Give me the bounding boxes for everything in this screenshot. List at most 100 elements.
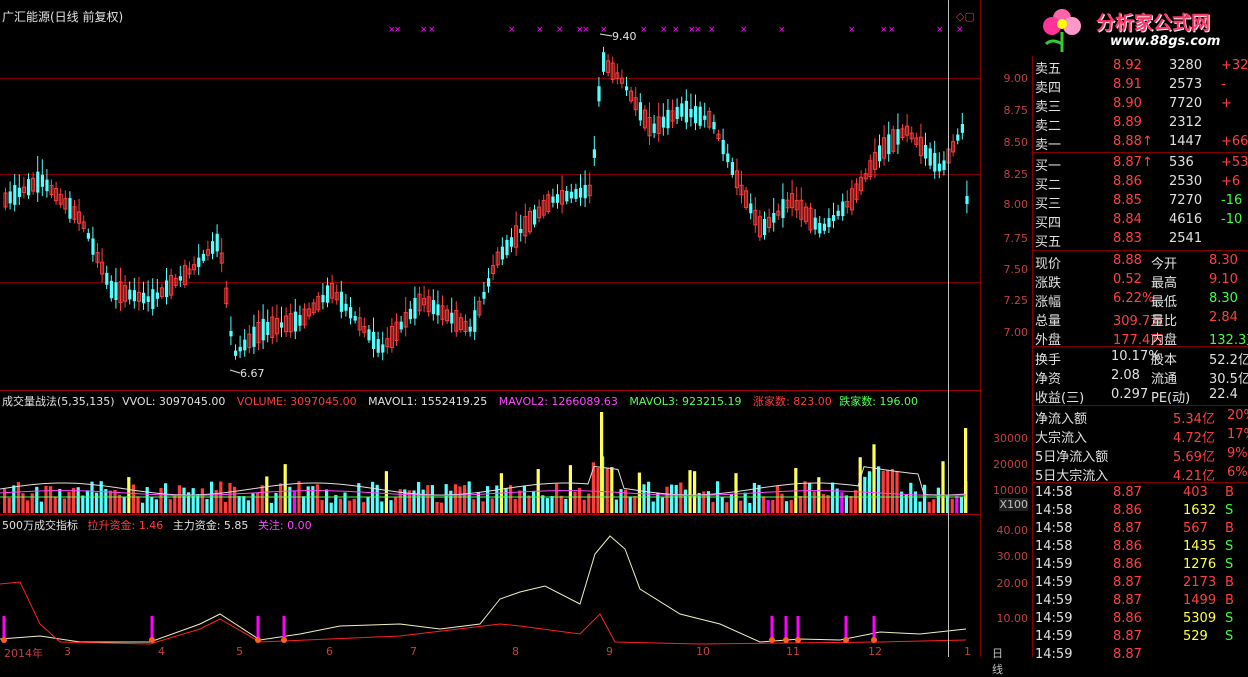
bid-change: +53 <box>1221 155 1248 170</box>
candle-body <box>896 129 900 145</box>
candle-body <box>781 199 785 219</box>
bid-label: 买一 <box>1035 159 1062 174</box>
flow-percent: 9% <box>1227 446 1248 461</box>
date-tick-label: 4 <box>158 645 165 658</box>
price-chart-panel[interactable]: × × × × × × × × × × × × × × × × × × × × × × × 广汇能源(日线 前复权) 9.4… <box>0 0 980 390</box>
candle-body <box>602 52 606 72</box>
volume-bar <box>532 491 536 513</box>
quote-value: 2.84 <box>1209 310 1238 325</box>
candle-body <box>142 292 146 304</box>
volume-bar <box>789 500 793 513</box>
focus-signal-dot-icon <box>255 637 261 643</box>
signal-marker-icon: × <box>694 25 702 35</box>
volume-bar <box>440 502 444 513</box>
volume-bar <box>555 483 559 513</box>
candle-body <box>482 291 486 299</box>
volume-bar <box>959 497 963 513</box>
volume-bar <box>541 495 545 513</box>
candle-body <box>565 191 569 202</box>
candle-body <box>730 162 734 175</box>
price-y-axis: 9.00 8.75 8.50 8.25 8.00 7.75 7.50 7.25 7.00 <box>980 0 1032 390</box>
volume-tick-label: 30000 <box>993 432 1028 445</box>
candle-body <box>431 300 435 315</box>
candle-body <box>252 326 256 347</box>
volume-bar <box>481 501 485 513</box>
quote-key: 量比 <box>1151 314 1178 329</box>
volume-bar <box>315 484 319 513</box>
fundamental-value: 30.5亿 <box>1209 372 1248 387</box>
trade-tick-row: 14:59 8.87 529 S <box>1033 628 1248 647</box>
volume-bar <box>688 470 692 513</box>
volume-bar <box>177 485 181 513</box>
indicator-chart[interactable] <box>0 514 980 657</box>
volume-bar <box>642 484 646 513</box>
indicator-name: 500万成交指标 <box>2 519 78 532</box>
indicator-tick-label: 10.00 <box>996 612 1029 625</box>
candle-body <box>326 285 330 303</box>
signal-marker-icon: × <box>582 25 590 35</box>
quote-row: 外盘177.4万内盘132.3万 <box>1033 328 1248 348</box>
volume-bar <box>444 484 448 513</box>
price-tick-label: 7.75 <box>1003 232 1029 245</box>
tick-time: 14:58 <box>1035 521 1073 536</box>
tick-side: S <box>1225 611 1234 626</box>
volume-bar <box>886 469 890 513</box>
volume-bar <box>260 485 264 513</box>
trade-tick-row: 14:59 8.86 1276 S <box>1033 556 1248 575</box>
order-book-divider <box>1033 152 1248 153</box>
fundamentals-divider <box>1033 346 1248 347</box>
quote-divider <box>1033 250 1248 251</box>
candle-body <box>321 294 325 303</box>
volume-bar <box>421 489 425 513</box>
volume-panel[interactable]: 成交量战法(5,35,135) VVOL: 3097045.00 VOLUME:… <box>0 390 980 514</box>
ask-change: +328 <box>1221 58 1248 73</box>
volume-bar <box>200 488 204 513</box>
candle-body <box>376 339 380 353</box>
candlestick-chart[interactable]: ×× × × × × × ×× × × × × ×× × × × × × × × × <box>0 0 980 390</box>
quote-value: 8.88 <box>1113 253 1142 268</box>
tick-side: B <box>1225 575 1234 590</box>
volume-bar <box>955 495 959 513</box>
volume-bar <box>389 500 393 513</box>
date-tick-label: 6 <box>326 645 333 658</box>
tick-volume: 1276 <box>1183 557 1217 572</box>
volume-value: VOLUME: 3097045.00 <box>236 395 357 408</box>
volume-bar <box>826 495 830 513</box>
candle-body <box>965 195 969 205</box>
tick-price: 8.87 <box>1113 593 1142 608</box>
candle-body <box>684 100 688 123</box>
volume-bar <box>670 484 674 513</box>
volume-bar <box>182 487 186 513</box>
volume-bar <box>739 500 743 513</box>
candle-body <box>344 303 348 311</box>
fundamental-key: 换手 <box>1035 353 1062 368</box>
volume-bar <box>168 499 172 513</box>
ask-volume: 7720 <box>1169 96 1203 111</box>
signal-marker-icon: × <box>420 25 428 35</box>
volume-bar <box>665 486 669 513</box>
price-tick-label: 9.00 <box>1003 72 1029 85</box>
date-tick-label: 2014年 <box>4 647 43 660</box>
signal-marker-icon: × <box>708 25 716 35</box>
quote-key: 今开 <box>1151 257 1178 272</box>
candle-body <box>592 149 596 158</box>
indicator-panel[interactable]: 500万成交指标 拉升资金: 1.46 主力资金: 5.85 关注: 0.00 <box>0 514 980 657</box>
volume-bar <box>890 468 894 513</box>
volume-bar <box>463 485 467 513</box>
volume-bar <box>720 496 724 513</box>
bid-label: 买四 <box>1035 216 1062 231</box>
up-count-value: 涨家数: 823.00 <box>753 395 832 408</box>
volume-bar <box>587 493 591 513</box>
high-price-label: 9.40 <box>612 30 637 43</box>
panel-options-icon[interactable]: ◇▢ <box>956 10 975 23</box>
tick-price: 8.87 <box>1113 575 1142 590</box>
volume-bar <box>302 496 306 513</box>
focus-signal-dot-icon <box>1 637 7 643</box>
tick-price: 8.86 <box>1113 539 1142 554</box>
candle-body <box>91 238 95 255</box>
signal-marker-icon: × <box>672 25 680 35</box>
trade-tick-row: 14:59 8.86 5309 S <box>1033 610 1248 629</box>
volume-bar <box>660 497 664 513</box>
bid-row: 买三 8.85 7270 -16 <box>1033 192 1248 212</box>
candle-body <box>339 291 343 312</box>
